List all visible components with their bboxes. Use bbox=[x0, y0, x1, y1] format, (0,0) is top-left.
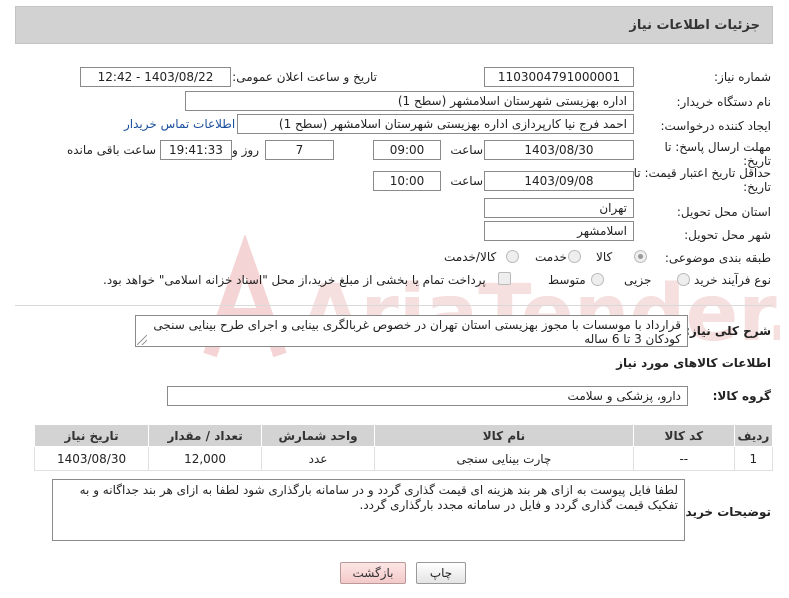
reply-deadline-date-field[interactable]: 1403/08/30 bbox=[484, 140, 634, 160]
category-goods-service-radio[interactable] bbox=[506, 250, 519, 263]
process-medium-label: متوسط bbox=[548, 273, 586, 287]
col-unit: واحد شمارش bbox=[261, 424, 376, 447]
process-medium-radio[interactable] bbox=[591, 273, 604, 286]
city-label: شهر محل تحویل: bbox=[684, 228, 771, 242]
cell-row-number: 1 bbox=[733, 446, 774, 471]
purchase-process-label: نوع فرآیند خرید : bbox=[686, 273, 771, 287]
goods-group-label: گروه کالا: bbox=[712, 389, 771, 403]
need-number-field[interactable]: 1103004791000001 bbox=[484, 67, 634, 87]
col-item-code: کد کالا bbox=[632, 424, 735, 447]
category-goods-radio[interactable] bbox=[634, 250, 647, 263]
buyer-contact-link[interactable]: اطلاعات تماس خریدار bbox=[124, 117, 235, 131]
remaining-time-label: ساعت باقی مانده bbox=[66, 143, 156, 157]
reply-deadline-time-field[interactable]: 09:00 bbox=[373, 140, 441, 160]
reply-deadline-days-field[interactable]: 7 bbox=[265, 140, 334, 160]
reply-deadline-label: مهلت ارسال پاسخ: تا bbox=[664, 140, 771, 154]
buyer-notes-text: لطفا فایل پیوست به ازای هر بند هزینه ای … bbox=[79, 483, 678, 512]
treasury-bonds-note: پرداخت تمام یا بخشی از مبلغ خرید،از محل … bbox=[103, 273, 486, 287]
section-divider bbox=[15, 305, 773, 306]
requester-field[interactable]: احمد فرج نیا کارپردازی اداره بهزیستی شهر… bbox=[237, 114, 634, 134]
col-row-number: ردیف bbox=[733, 424, 774, 447]
panel-header: جزئیات اطلاعات نیاز bbox=[15, 6, 773, 44]
price-validity-label-date: تاریخ: bbox=[743, 180, 771, 194]
category-goods-label: کالا bbox=[596, 250, 613, 264]
cell-item-name: چارت بینایی سنجی bbox=[374, 446, 634, 471]
resize-grip-icon[interactable] bbox=[137, 335, 147, 345]
col-item-name: نام کالا bbox=[374, 424, 634, 447]
goods-group-field[interactable]: دارو، پزشکی و سلامت bbox=[167, 386, 688, 406]
buyer-notes-textarea[interactable]: لطفا فایل پیوست به ازای هر بند هزینه ای … bbox=[52, 479, 685, 541]
cell-item-code: -- bbox=[632, 446, 735, 471]
days-label: روز و bbox=[232, 143, 259, 157]
announce-datetime-label: تاریخ و ساعت اعلان عمومی: bbox=[232, 70, 377, 84]
goods-section-title: اطلاعات کالاهای مورد نیاز bbox=[616, 356, 771, 370]
requester-label: ایجاد کننده درخواست: bbox=[660, 119, 771, 133]
province-label: استان محل تحویل: bbox=[676, 205, 771, 219]
table-row[interactable]: 1 -- چارت بینایی سنجی عدد 12,000 1403/08… bbox=[33, 446, 774, 471]
description-textarea[interactable]: قرارداد با موسسات با مجوز بهزیستی استان … bbox=[135, 315, 688, 347]
description-label: شرح کلی نیاز: bbox=[685, 324, 771, 338]
back-button[interactable]: بازگشت bbox=[340, 562, 406, 584]
city-field[interactable]: اسلامشهر bbox=[484, 221, 634, 241]
process-minor-label: جزیی bbox=[624, 273, 652, 287]
price-validity-label: حداقل تاریخ اعتبار قیمت: تا bbox=[633, 166, 771, 180]
category-label: طبقه بندی موضوعی: bbox=[664, 251, 771, 265]
remaining-time-field[interactable]: 19:41:33 bbox=[160, 140, 232, 160]
category-service-label: خدمت bbox=[535, 250, 567, 264]
process-minor-radio[interactable] bbox=[677, 273, 690, 286]
cell-unit: عدد bbox=[261, 446, 376, 471]
buyer-org-field[interactable]: اداره بهزیستی شهرستان اسلامشهر (سطح 1) bbox=[185, 91, 634, 111]
price-validity-time-label: ساعت bbox=[450, 174, 483, 188]
reply-deadline-time-label: ساعت bbox=[450, 143, 483, 157]
cell-need-date: 1403/08/30 bbox=[33, 446, 150, 471]
buyer-org-label: نام دستگاه خریدار: bbox=[676, 95, 772, 109]
need-number-label: شماره نیاز: bbox=[714, 70, 771, 84]
treasury-bonds-checkbox[interactable] bbox=[498, 272, 511, 285]
category-service-radio[interactable] bbox=[568, 250, 581, 263]
print-button[interactable]: چاپ bbox=[416, 562, 466, 584]
col-need-date: تاریخ نیاز bbox=[33, 424, 150, 447]
description-text: قرارداد با موسسات با مجوز بهزیستی استان … bbox=[153, 318, 681, 346]
price-validity-date-field[interactable]: 1403/09/08 bbox=[484, 171, 634, 191]
category-goods-service-label: کالا/خدمت bbox=[444, 250, 497, 264]
table-header-row: ردیف کد کالا نام کالا واحد شمارش تعداد /… bbox=[33, 424, 774, 447]
price-validity-time-field[interactable]: 10:00 bbox=[373, 171, 441, 191]
col-quantity: تعداد / مقدار bbox=[148, 424, 263, 447]
page-title: جزئیات اطلاعات نیاز bbox=[629, 18, 760, 33]
items-table: ردیف کد کالا نام کالا واحد شمارش تعداد /… bbox=[33, 424, 774, 471]
cell-quantity: 12,000 bbox=[148, 446, 263, 471]
province-field[interactable]: تهران bbox=[484, 198, 634, 218]
announce-datetime-field[interactable]: 1403/08/22 - 12:42 bbox=[80, 67, 231, 87]
